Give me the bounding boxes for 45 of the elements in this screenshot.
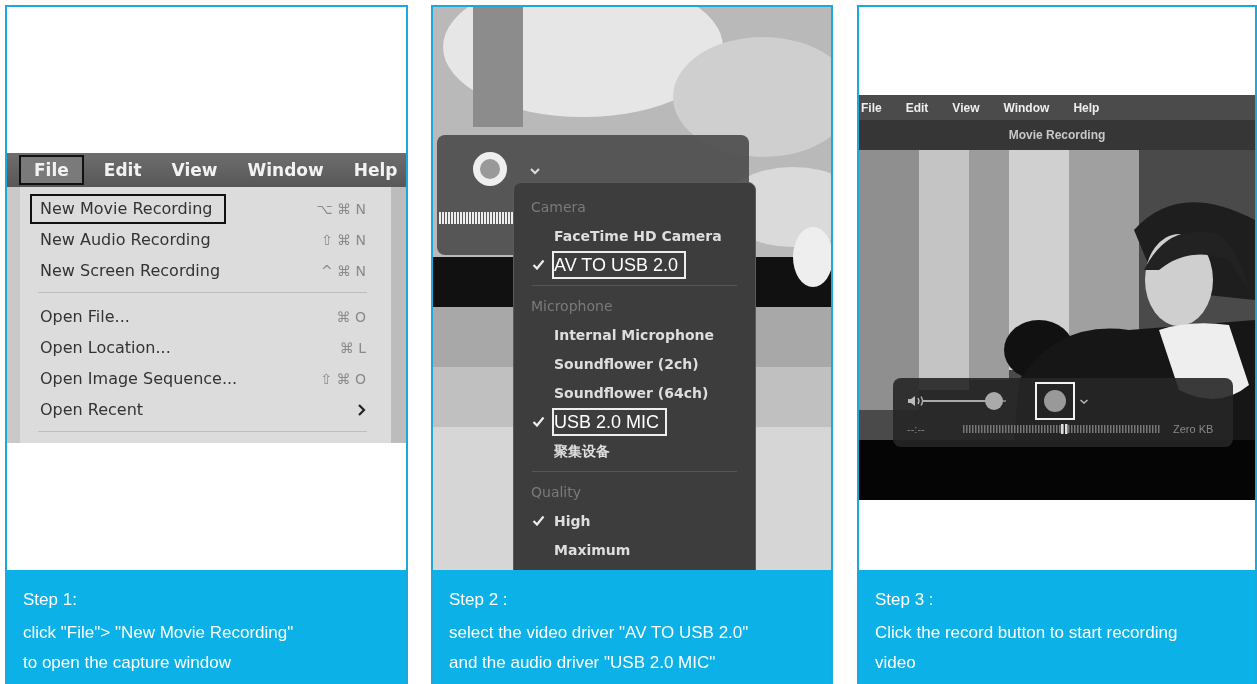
menu-title[interactable]: Edit (905, 100, 929, 115)
menu-item[interactable]: Open File... ⌘ O (20, 301, 391, 332)
speaker-icon (907, 395, 925, 407)
elapsed-time: --:-- (907, 423, 926, 435)
step-description: Click the record button to start recording video (875, 622, 1179, 674)
menu-title[interactable]: Help (343, 155, 406, 185)
menu-item[interactable]: New Screen Recording ^ ⌘ N (20, 255, 391, 286)
chevron-right-icon (357, 402, 366, 417)
menu-item[interactable]: High (514, 506, 755, 535)
menu-item[interactable]: 聚集设备 (514, 436, 755, 465)
checkmark-icon (532, 515, 545, 526)
menu-title[interactable]: Window (1003, 100, 1050, 115)
record-button[interactable] (1035, 382, 1075, 420)
menu-item[interactable]: Soundflower (2ch) (514, 349, 755, 378)
chevron-down-icon[interactable] (529, 167, 541, 175)
menu-title[interactable]: View (952, 100, 980, 115)
step-title: Step 2 : (449, 589, 509, 611)
menu-title[interactable]: File (861, 100, 882, 115)
menu-item[interactable]: Internal Microphone (514, 320, 755, 349)
chevron-down-icon[interactable] (1079, 397, 1089, 405)
step-description: select the video driver "AV TO USB 2.0" and the audio driver "USB 2.0 MIC" (449, 622, 750, 674)
checkmark-icon (532, 416, 545, 427)
record-button[interactable] (473, 152, 507, 186)
menu-item[interactable]: Open Image Sequence... ⇧ ⌘ O (20, 363, 391, 394)
menu-item[interactable]: USB 2.0 MIC (514, 407, 755, 436)
menu-item[interactable]: Open Location... ⌘ L (20, 332, 391, 363)
step-title: Step 3 : (875, 589, 935, 611)
menu-title[interactable]: Window (237, 155, 334, 185)
menu-item[interactable]: FaceTime HD Camera (514, 221, 755, 250)
menu-title[interactable]: View (161, 155, 228, 185)
section-heading: Camera (530, 198, 587, 217)
menu-title[interactable]: Help (1073, 100, 1100, 115)
section-heading: Microphone (530, 297, 614, 316)
section-heading: Quality (530, 483, 583, 502)
menu-title[interactable]: File (19, 155, 84, 185)
step-title: Step 1: (23, 589, 78, 611)
menu-item[interactable]: Open Recent (20, 394, 391, 425)
menu-item[interactable]: Maximum (514, 535, 755, 564)
window-title: Movie Recording (859, 120, 1255, 150)
menu-item[interactable]: New Audio Recording ⇧ ⌘ N (20, 224, 391, 255)
menu-title[interactable]: Edit (93, 155, 152, 185)
slider-thumb[interactable] (984, 392, 1003, 410)
step-description: click "File"> "New Movie Recording" to open the capture window (23, 622, 295, 674)
file-size: Zero KB (1173, 423, 1214, 435)
checkmark-icon (532, 259, 545, 270)
